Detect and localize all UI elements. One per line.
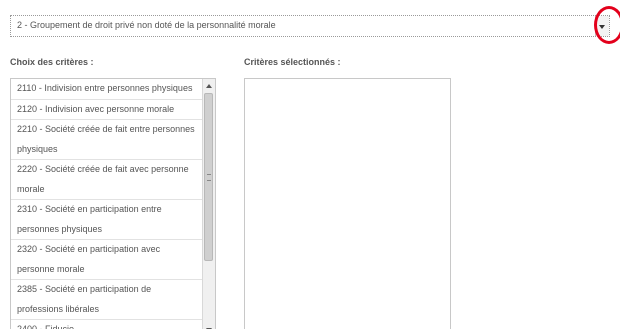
choices-listbox[interactable]: 2110 - Indivision entre personnes physiq… bbox=[10, 78, 216, 329]
category-select[interactable]: 2 - Groupement de droit privé non doté d… bbox=[10, 15, 610, 37]
highlight-circle-annotation bbox=[594, 6, 620, 44]
scrollbar-thumb[interactable] bbox=[204, 93, 213, 261]
list-item[interactable]: 2400 - Fiducie bbox=[11, 320, 204, 329]
category-select-value: 2 - Groupement de droit privé non doté d… bbox=[17, 20, 276, 30]
list-item[interactable]: 2120 - Indivision avec personne morale bbox=[11, 100, 204, 120]
list-item[interactable]: 2210 - Société créée de fait entre perso… bbox=[11, 120, 204, 160]
list-item[interactable]: 2385 - Société en participation de profe… bbox=[11, 280, 204, 320]
grip-icon bbox=[207, 174, 211, 181]
choices-label: Choix des critères : bbox=[10, 57, 94, 67]
choices-list: 2110 - Indivision entre personnes physiq… bbox=[11, 79, 204, 329]
list-item[interactable]: 2220 - Société créée de fait avec person… bbox=[11, 160, 204, 200]
selected-criteria-listbox[interactable] bbox=[244, 78, 451, 329]
list-item[interactable]: 2320 - Société en participation avec per… bbox=[11, 240, 204, 280]
selected-criteria-label: Critères sélectionnés : bbox=[244, 57, 341, 67]
choices-scrollbar[interactable] bbox=[202, 79, 215, 329]
list-item[interactable]: 2310 - Société en participation entre pe… bbox=[11, 200, 204, 240]
scroll-up-icon[interactable] bbox=[206, 84, 212, 88]
list-item[interactable]: 2110 - Indivision entre personnes physiq… bbox=[11, 79, 204, 100]
criteria-page: 2 - Groupement de droit privé non doté d… bbox=[0, 0, 620, 329]
